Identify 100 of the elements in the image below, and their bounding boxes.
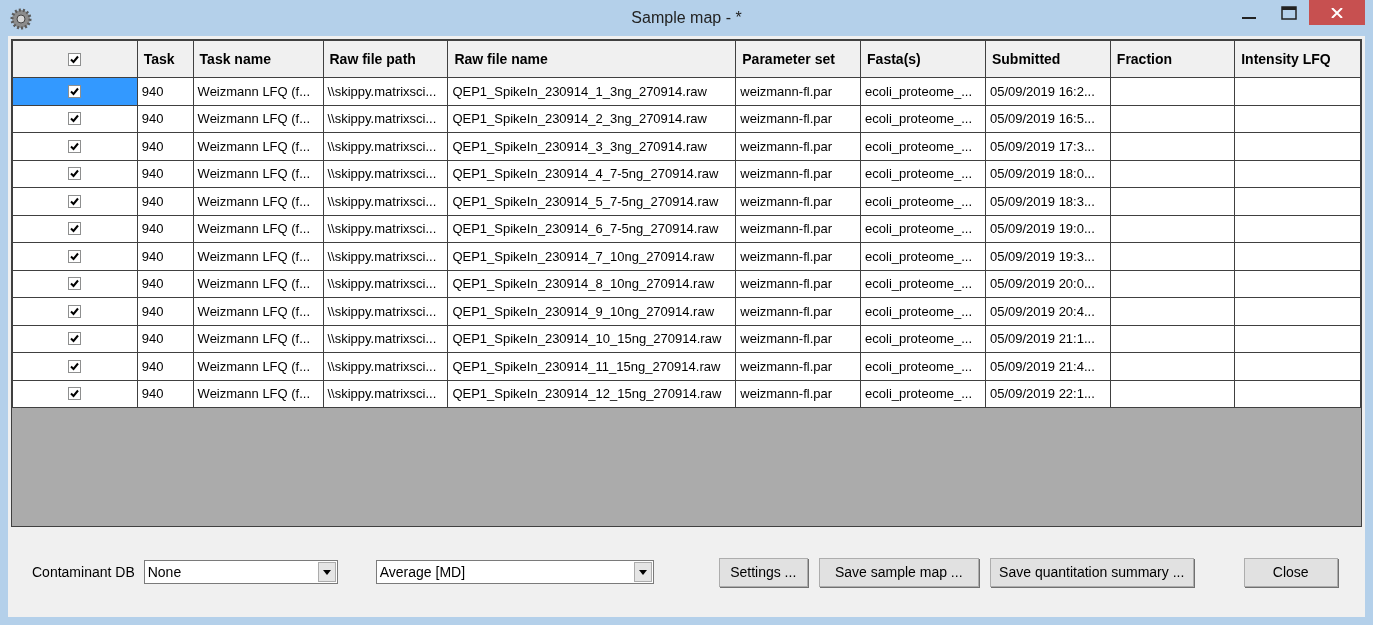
table-cell: \\skippy.matrixsci...: [323, 77, 448, 105]
table-cell: \\skippy.matrixsci...: [323, 352, 448, 380]
checkbox[interactable]: [68, 222, 82, 236]
table-cell: Weizmann LFQ (f...: [193, 105, 323, 133]
checkbox[interactable]: [68, 359, 82, 373]
table-cell: weizmann-fl.par: [735, 270, 861, 298]
table-cell: ecoli_proteome_...: [860, 77, 986, 105]
close-dialog-button[interactable]: Close: [1243, 557, 1338, 587]
table-cell: QEP1_SpikeIn_230914_3_3ng_270914.raw: [447, 132, 736, 160]
row-selector-cell[interactable]: [12, 270, 138, 298]
table-cell: \\skippy.matrixsci...: [323, 132, 448, 160]
minimize-icon: [1242, 16, 1256, 19]
row-selector-cell[interactable]: [12, 105, 138, 133]
column-header[interactable]: Raw file name: [447, 40, 736, 78]
checkbox[interactable]: [68, 139, 82, 153]
table-cell: ecoli_proteome_...: [860, 242, 986, 270]
row-selector-cell[interactable]: [12, 380, 138, 408]
table-cell: 05/09/2019 18:0...: [985, 160, 1111, 188]
checkbox[interactable]: [68, 84, 82, 98]
table-cell: \\skippy.matrixsci...: [323, 297, 448, 325]
table-cell: QEP1_SpikeIn_230914_9_10ng_270914.raw: [447, 297, 736, 325]
row-selector-cell[interactable]: [12, 132, 138, 160]
table-cell: Weizmann LFQ (f...: [193, 270, 323, 298]
table-cell: Weizmann LFQ (f...: [193, 187, 323, 215]
row-selector-cell[interactable]: [12, 325, 138, 353]
table-cell: QEP1_SpikeIn_230914_11_15ng_270914.raw: [447, 352, 736, 380]
maximize-icon: [1281, 5, 1297, 20]
table-cell: \\skippy.matrixsci...: [323, 187, 448, 215]
dropdown-arrow-icon: [638, 569, 647, 575]
table-cell: ecoli_proteome_...: [860, 187, 986, 215]
checkbox[interactable]: [68, 304, 82, 318]
table-cell: 05/09/2019 16:2...: [985, 77, 1111, 105]
checkbox[interactable]: [68, 112, 82, 126]
table-cell: \\skippy.matrixsci...: [323, 380, 448, 408]
table-cell: 05/09/2019 20:0...: [985, 270, 1111, 298]
row-selector-cell[interactable]: [12, 187, 138, 215]
table-cell: 05/09/2019 22:1...: [985, 380, 1111, 408]
checkbox[interactable]: [68, 387, 82, 401]
column-header[interactable]: Fasta(s): [860, 40, 986, 78]
table-cell: ecoli_proteome_...: [860, 132, 986, 160]
quantitation-method-dropdown[interactable]: Average [MD]: [375, 560, 654, 584]
table-cell: QEP1_SpikeIn_230914_8_10ng_270914.raw: [447, 270, 736, 298]
table-cell: ecoli_proteome_...: [860, 270, 986, 298]
checkbox[interactable]: [68, 194, 82, 208]
table-cell: QEP1_SpikeIn_230914_12_15ng_270914.raw: [447, 380, 736, 408]
table-cell: weizmann-fl.par: [735, 325, 861, 353]
table-cell: weizmann-fl.par: [735, 352, 861, 380]
table-cell: QEP1_SpikeIn_230914_2_3ng_270914.raw: [447, 105, 736, 133]
dropdown-arrow-icon: [322, 569, 331, 575]
table-cell: Weizmann LFQ (f...: [193, 380, 323, 408]
table-cell: weizmann-fl.par: [735, 105, 861, 133]
close-button[interactable]: [1309, 0, 1365, 25]
settings-button[interactable]: Settings ...: [718, 557, 808, 587]
checkbox[interactable]: [68, 277, 82, 291]
table-cell: Weizmann LFQ (f...: [193, 77, 323, 105]
save-sample-map-button[interactable]: Save sample map ...: [818, 557, 979, 587]
row-selector-cell[interactable]: [12, 352, 138, 380]
row-selector-cell[interactable]: [12, 215, 138, 243]
table-cell: Weizmann LFQ (f...: [193, 242, 323, 270]
table-cell: weizmann-fl.par: [735, 187, 861, 215]
table-cell: 05/09/2019 17:3...: [985, 132, 1111, 160]
table-cell: QEP1_SpikeIn_230914_1_3ng_270914.raw: [447, 77, 736, 105]
save-quantitation-summary-button[interactable]: Save quantitation summary ...: [989, 557, 1194, 587]
table-cell: ecoli_proteome_...: [860, 325, 986, 353]
close-icon: [1331, 7, 1343, 18]
table-cell: ecoli_proteome_...: [860, 160, 986, 188]
checkbox[interactable]: [68, 332, 82, 346]
table-cell: ecoli_proteome_...: [860, 105, 986, 133]
table-cell: weizmann-fl.par: [735, 132, 861, 160]
table-cell: \\skippy.matrixsci...: [323, 160, 448, 188]
column-header[interactable]: Task: [137, 40, 194, 78]
table-cell: weizmann-fl.par: [735, 297, 861, 325]
table-cell: \\skippy.matrixsci...: [323, 105, 448, 133]
column-header[interactable]: Fraction: [1110, 40, 1235, 78]
table-cell: ecoli_proteome_...: [860, 352, 986, 380]
row-selector-cell[interactable]: [12, 297, 138, 325]
table-cell: 05/09/2019 18:3...: [985, 187, 1111, 215]
column-header[interactable]: Intensity LFQ: [1234, 40, 1361, 78]
table-cell: QEP1_SpikeIn_230914_7_10ng_270914.raw: [447, 242, 736, 270]
table-cell: 05/09/2019 19:3...: [985, 242, 1111, 270]
row-selector-cell[interactable]: [12, 77, 138, 105]
table-cell: \\skippy.matrixsci...: [323, 325, 448, 353]
table-cell: 05/09/2019 20:4...: [985, 297, 1111, 325]
column-header[interactable]: Raw file path: [323, 40, 448, 78]
column-header[interactable]: Parameter set: [735, 40, 861, 78]
contaminant-db-dropdown[interactable]: None: [143, 560, 338, 584]
table-cell: weizmann-fl.par: [735, 242, 861, 270]
column-header[interactable]: Submitted: [985, 40, 1111, 78]
row-selector-cell[interactable]: [12, 160, 138, 188]
table-cell: QEP1_SpikeIn_230914_6_7-5ng_270914.raw: [447, 215, 736, 243]
checkbox[interactable]: [68, 52, 82, 66]
table-cell: \\skippy.matrixsci...: [323, 242, 448, 270]
checkbox[interactable]: [68, 249, 82, 263]
window-title: Sample map - *: [631, 8, 742, 28]
checkbox[interactable]: [68, 167, 82, 181]
table-cell: 05/09/2019 21:4...: [985, 352, 1111, 380]
table-cell: weizmann-fl.par: [735, 77, 861, 105]
column-header[interactable]: Task name: [193, 40, 323, 78]
table-cell: ecoli_proteome_...: [860, 297, 986, 325]
row-selector-cell[interactable]: [12, 242, 138, 270]
